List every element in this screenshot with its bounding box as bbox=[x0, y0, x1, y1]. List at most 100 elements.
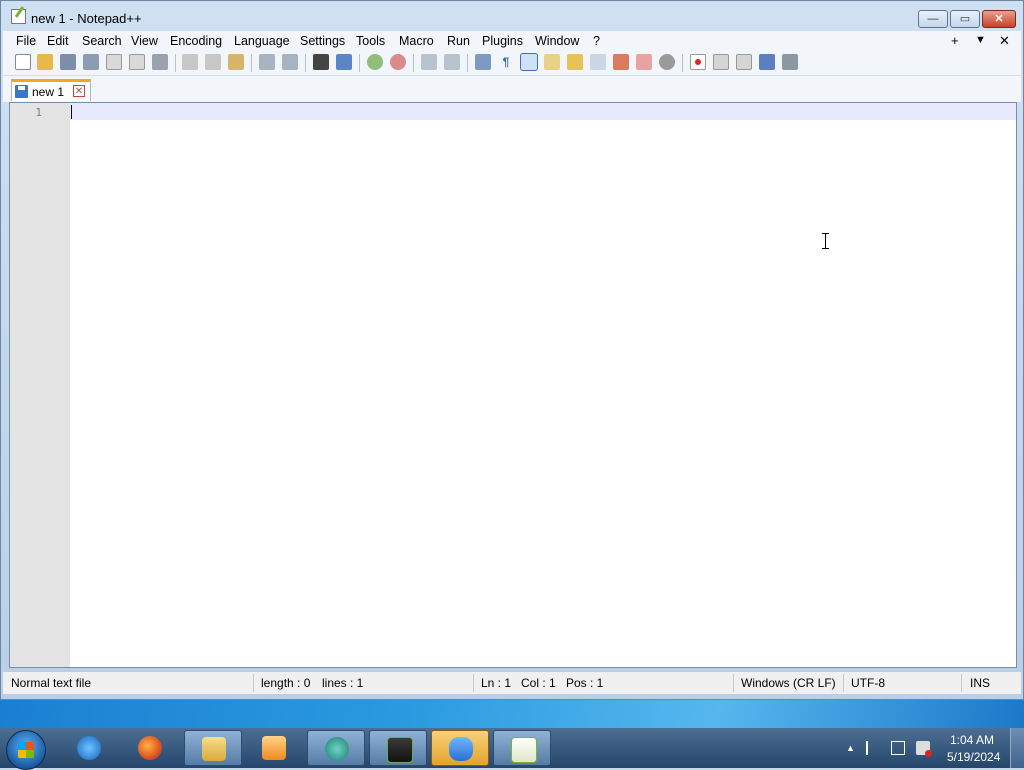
windows-logo-icon bbox=[18, 742, 34, 758]
status-column: Col : 1 bbox=[521, 676, 556, 690]
menu-plugins[interactable]: Plugins bbox=[482, 34, 523, 48]
paste-icon[interactable] bbox=[228, 54, 244, 70]
monitoring-icon[interactable] bbox=[659, 54, 675, 70]
menu-help[interactable]: ? bbox=[593, 34, 600, 48]
window-title: new 1 - Notepad++ bbox=[31, 11, 142, 26]
zoom-out-icon[interactable] bbox=[390, 54, 406, 70]
task-manager-icon bbox=[387, 737, 413, 763]
status-separator bbox=[733, 674, 734, 692]
network-icon[interactable] bbox=[891, 741, 905, 755]
status-eol[interactable]: Windows (CR LF) bbox=[741, 676, 836, 690]
macro-run-multiple-icon[interactable] bbox=[759, 54, 775, 70]
macro-stop-icon[interactable] bbox=[713, 54, 729, 70]
cut-icon[interactable] bbox=[182, 54, 198, 70]
macro-play-icon[interactable] bbox=[736, 54, 752, 70]
menu-settings[interactable]: Settings bbox=[300, 34, 345, 48]
new-file-icon[interactable] bbox=[15, 54, 31, 70]
print-icon[interactable] bbox=[152, 54, 168, 70]
replace-icon[interactable] bbox=[336, 54, 352, 70]
close-document-icon[interactable]: ✕ bbox=[999, 33, 1010, 49]
taskbar-task-manager[interactable] bbox=[369, 730, 427, 766]
menu-encoding[interactable]: Encoding bbox=[170, 34, 222, 48]
menu-macro[interactable]: Macro bbox=[399, 34, 434, 48]
title-bar[interactable]: new 1 - Notepad++ — ▭ ✕ bbox=[1, 1, 1023, 31]
taskbar-media-center[interactable] bbox=[307, 730, 365, 766]
menu-view[interactable]: View bbox=[131, 34, 158, 48]
show-all-chars-icon[interactable]: ¶ bbox=[498, 54, 514, 70]
file-explorer-icon bbox=[202, 737, 226, 761]
clock-time[interactable]: 1:04 AM bbox=[950, 733, 994, 747]
taskbar-internet-explorer[interactable] bbox=[60, 730, 118, 766]
start-button[interactable] bbox=[6, 730, 46, 770]
status-separator bbox=[961, 674, 962, 692]
menu-edit[interactable]: Edit bbox=[47, 34, 69, 48]
toolbar-separator bbox=[413, 54, 414, 72]
status-separator bbox=[473, 674, 474, 692]
open-file-icon[interactable] bbox=[37, 54, 53, 70]
maximize-button[interactable]: ▭ bbox=[950, 10, 980, 28]
close-file-icon[interactable] bbox=[106, 54, 122, 70]
maximize-icon: ▭ bbox=[959, 13, 971, 25]
add-tab-icon[interactable]: + bbox=[951, 33, 959, 48]
internet-explorer-icon bbox=[77, 736, 101, 760]
doc-map-icon[interactable] bbox=[567, 54, 583, 70]
menu-language[interactable]: Language bbox=[234, 34, 290, 48]
taskbar-notepad-plus-plus[interactable] bbox=[493, 730, 551, 766]
minimize-button[interactable]: — bbox=[918, 10, 948, 28]
editor-area[interactable]: 1 bbox=[9, 102, 1017, 668]
action-center-flag-icon[interactable] bbox=[866, 741, 880, 755]
zoom-in-icon[interactable] bbox=[367, 54, 383, 70]
taskbar: ▲ 1:04 AM 5/19/2024 bbox=[0, 728, 1024, 770]
show-desktop-button[interactable] bbox=[1010, 728, 1024, 768]
sync-vertical-icon[interactable] bbox=[421, 54, 437, 70]
minimize-icon: — bbox=[927, 13, 939, 25]
close-all-icon[interactable] bbox=[129, 54, 145, 70]
toolbar-separator bbox=[251, 54, 252, 72]
menu-window[interactable]: Window bbox=[535, 34, 579, 48]
save-all-icon[interactable] bbox=[83, 54, 99, 70]
taskbar-file-explorer[interactable] bbox=[184, 730, 242, 766]
status-encoding[interactable]: UTF-8 bbox=[851, 676, 885, 690]
status-bar: Normal text file length : 0 lines : 1 Ln… bbox=[3, 671, 1021, 694]
folder-workspace-icon[interactable] bbox=[636, 54, 652, 70]
doc-list-icon[interactable] bbox=[590, 54, 606, 70]
status-line: Ln : 1 bbox=[481, 676, 512, 690]
ibeam-cursor-icon bbox=[821, 233, 830, 249]
menu-file[interactable]: File bbox=[16, 34, 36, 48]
macro-record-icon[interactable] bbox=[690, 54, 706, 70]
menu-bar: File Edit Search View Encoding Language … bbox=[3, 31, 1021, 51]
status-separator bbox=[253, 674, 254, 692]
user-language-icon[interactable] bbox=[544, 54, 560, 70]
menu-search[interactable]: Search bbox=[82, 34, 122, 48]
saved-disk-icon bbox=[15, 85, 28, 98]
sync-horizontal-icon[interactable] bbox=[444, 54, 460, 70]
undo-icon[interactable] bbox=[259, 54, 275, 70]
tab-close-icon[interactable]: ✕ bbox=[73, 85, 85, 97]
redo-icon[interactable] bbox=[282, 54, 298, 70]
menu-run[interactable]: Run bbox=[447, 34, 470, 48]
taskbar-firefox[interactable] bbox=[121, 730, 179, 766]
macro-save-icon[interactable] bbox=[782, 54, 798, 70]
copy-icon[interactable] bbox=[205, 54, 221, 70]
notepadpp-app-icon[interactable] bbox=[11, 9, 26, 24]
clock-date[interactable]: 5/19/2024 bbox=[947, 750, 1000, 764]
indent-guide-icon[interactable] bbox=[520, 53, 538, 71]
word-wrap-icon[interactable] bbox=[475, 54, 491, 70]
toolbar-separator bbox=[175, 54, 176, 72]
toolbar-separator bbox=[305, 54, 306, 72]
close-window-button[interactable]: ✕ bbox=[982, 10, 1016, 28]
taskbar-media-player[interactable] bbox=[245, 730, 303, 766]
firefox-icon bbox=[138, 736, 162, 760]
save-icon[interactable] bbox=[60, 54, 76, 70]
show-hidden-icons-icon[interactable]: ▲ bbox=[846, 743, 855, 753]
status-insert-mode[interactable]: INS bbox=[970, 676, 990, 690]
desktop-background bbox=[0, 700, 1024, 728]
taskbar-messenger[interactable] bbox=[431, 730, 489, 766]
tab-new-1[interactable]: new 1 ✕ bbox=[11, 79, 91, 101]
function-list-icon[interactable] bbox=[613, 54, 629, 70]
volume-muted-icon[interactable] bbox=[916, 741, 932, 757]
find-icon[interactable] bbox=[313, 54, 329, 70]
media-center-icon bbox=[325, 737, 349, 761]
tab-list-dropdown-icon[interactable]: ▼ bbox=[975, 34, 986, 46]
menu-tools[interactable]: Tools bbox=[356, 34, 385, 48]
